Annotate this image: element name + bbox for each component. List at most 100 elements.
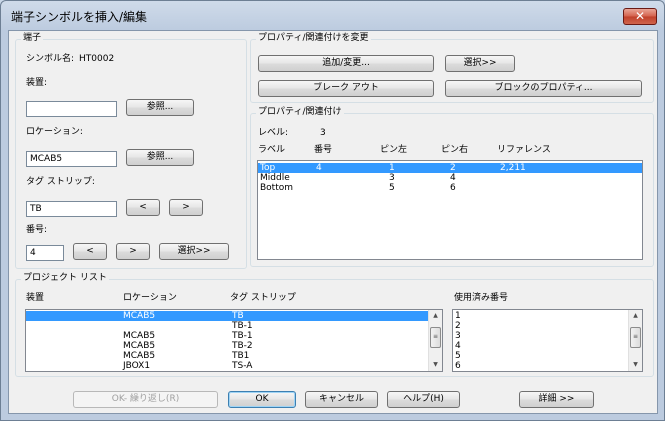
used-number-row[interactable]: 4 — [453, 341, 628, 351]
window-title: 端子シンボルを挿入/編集 — [11, 10, 148, 24]
properties-row[interactable]: Middle 3 4 — [258, 173, 642, 183]
used-number-cell: 1 — [455, 311, 461, 321]
used-number-cell: 5 — [455, 351, 461, 361]
project-row[interactable]: JBOX1 TS-A — [26, 361, 428, 371]
project-row[interactable]: MCAB5 TB-1 — [26, 331, 428, 341]
props-col-reference: リファレンス — [497, 145, 551, 155]
project-cell-location: MCAB5 — [123, 341, 156, 351]
properties-group-title: プロパティ/関連付け — [256, 107, 344, 118]
select-button[interactable]: 選択>> — [445, 55, 515, 72]
project-list[interactable]: MCAB5 TB TB-1 MCAB5 TB-1 MCAB5 TB-2 MCAB… — [25, 309, 443, 372]
used-number-cell: 4 — [455, 341, 461, 351]
project-row[interactable]: MCAB5 TB — [26, 311, 428, 321]
properties-row[interactable]: Top 4 1 2 2,211 — [258, 163, 642, 173]
props-cell-pin-left: 1 — [389, 163, 395, 173]
tag-strip-label: タグ ストリップ: — [26, 177, 95, 187]
project-cell-location: MCAB5 — [123, 331, 156, 341]
scroll-thumb[interactable]: ≡ — [430, 327, 441, 348]
props-cell-pin-left: 3 — [389, 173, 395, 183]
project-list-scrollbar[interactable]: ▲ ≡ ▼ — [428, 310, 442, 371]
ok-button[interactable]: OK — [228, 391, 296, 408]
scroll-up-arrow-icon[interactable]: ▲ — [629, 310, 642, 322]
props-col-number: 番号 — [314, 145, 333, 155]
project-cell-tag-strip: TS-A — [232, 361, 253, 371]
location-browse-button[interactable]: 参照... — [126, 149, 194, 166]
project-col-device: 装置 — [26, 293, 45, 303]
project-cell-tag-strip: TB-1 — [232, 331, 253, 341]
tag-strip-prev-button[interactable]: < — [126, 199, 160, 216]
scroll-down-arrow-icon[interactable]: ▼ — [429, 359, 442, 371]
add-change-button[interactable]: 追加/変更... — [258, 55, 434, 72]
break-out-button[interactable]: ブレーク アウト — [258, 80, 434, 97]
project-row[interactable]: MCAB5 TB1 — [26, 351, 428, 361]
dialog-client: 端子 シンボル名: HT0002 装置: 参照... ロケーション: MCAB5… — [8, 30, 658, 414]
project-list-group-title: プロジェクト リスト — [21, 273, 109, 284]
project-col-tag-strip: タグ ストリップ — [230, 293, 296, 303]
number-label: 番号: — [26, 225, 48, 235]
used-number-row[interactable]: 6 — [453, 361, 628, 371]
device-browse-button[interactable]: 参照... — [126, 99, 194, 116]
props-cell-label: Middle — [260, 173, 290, 183]
number-next-button[interactable]: > — [116, 243, 150, 260]
used-numbers-list[interactable]: 1 2 3 4 5 6 ▲ ≡ ▼ — [452, 309, 643, 372]
level-label: レベル: — [258, 128, 289, 138]
used-number-row[interactable]: 5 — [453, 351, 628, 361]
tag-strip-input[interactable]: TB — [26, 201, 117, 217]
props-col-pin-left: ピン左 — [380, 145, 408, 155]
ok-repeat-button[interactable]: OK- 繰り返し(R) — [73, 391, 218, 408]
device-label: 装置: — [26, 78, 48, 88]
project-cell-tag-strip: TB — [232, 311, 244, 321]
tag-strip-next-button[interactable]: > — [169, 199, 203, 216]
used-number-cell: 3 — [455, 331, 461, 341]
project-row[interactable]: TB-1 — [26, 321, 428, 331]
number-prev-button[interactable]: < — [73, 243, 107, 260]
project-cell-tag-strip: TB-2 — [232, 341, 253, 351]
dialog-window: 端子シンボルを挿入/編集 ✕ 端子 シンボル名: HT0002 装置: 参照..… — [0, 0, 665, 421]
props-col-label: ラベル — [258, 145, 286, 155]
props-col-pin-right: ピン右 — [441, 145, 469, 155]
props-cell-pin-right: 6 — [450, 183, 456, 193]
terminal-group-title: 端子 — [21, 33, 44, 44]
location-label: ロケーション: — [26, 127, 83, 137]
used-numbers-label: 使用済み番号 — [454, 293, 509, 303]
device-input[interactable] — [26, 101, 117, 117]
properties-list[interactable]: Top 4 1 2 2,211 Middle 3 4 Bottom 5 6 — [257, 160, 643, 260]
scroll-thumb[interactable]: ≡ — [630, 327, 641, 348]
props-cell-pin-right: 4 — [450, 173, 456, 183]
project-cell-tag-strip: TB-1 — [232, 321, 253, 331]
props-cell-label: Bottom — [260, 183, 294, 193]
props-cell-number: 4 — [316, 163, 322, 173]
project-row[interactable]: MCAB5 TB-2 — [26, 341, 428, 351]
used-number-row[interactable]: 3 — [453, 331, 628, 341]
props-cell-pin-right: 2 — [450, 163, 456, 173]
level-value: 3 — [320, 128, 326, 138]
project-col-location: ロケーション — [123, 293, 177, 303]
number-select-button[interactable]: 選択>> — [159, 243, 229, 260]
used-number-cell: 2 — [455, 321, 461, 331]
props-cell-pin-left: 5 — [389, 183, 395, 193]
title-bar[interactable]: 端子シンボルを挿入/編集 ✕ — [1, 1, 664, 29]
block-properties-button[interactable]: ブロックのプロパティ... — [445, 80, 642, 97]
used-number-row[interactable]: 1 — [453, 311, 628, 321]
close-button[interactable]: ✕ — [623, 8, 657, 25]
used-number-cell: 6 — [455, 361, 461, 371]
project-cell-location: JBOX1 — [123, 361, 151, 371]
used-numbers-scrollbar[interactable]: ▲ ≡ ▼ — [628, 310, 642, 371]
details-button[interactable]: 詳細 >> — [519, 391, 594, 408]
cancel-button[interactable]: キャンセル — [305, 391, 378, 408]
scroll-up-arrow-icon[interactable]: ▲ — [429, 310, 442, 322]
location-input[interactable]: MCAB5 — [26, 151, 117, 167]
project-cell-location: MCAB5 — [123, 311, 156, 321]
scroll-down-arrow-icon[interactable]: ▼ — [629, 359, 642, 371]
properties-row[interactable]: Bottom 5 6 — [258, 183, 642, 193]
props-cell-label: Top — [260, 163, 276, 173]
used-number-row[interactable]: 2 — [453, 321, 628, 331]
project-cell-location: MCAB5 — [123, 351, 156, 361]
props-cell-reference: 2,211 — [500, 163, 526, 173]
project-cell-tag-strip: TB1 — [232, 351, 250, 361]
property-change-group-title: プロパティ/関連付けを変更 — [256, 33, 371, 44]
symbol-name-label: シンボル名: — [26, 54, 75, 64]
symbol-name-value: HT0002 — [79, 54, 115, 64]
number-input[interactable]: 4 — [26, 245, 64, 261]
help-button[interactable]: ヘルプ(H) — [387, 391, 460, 408]
